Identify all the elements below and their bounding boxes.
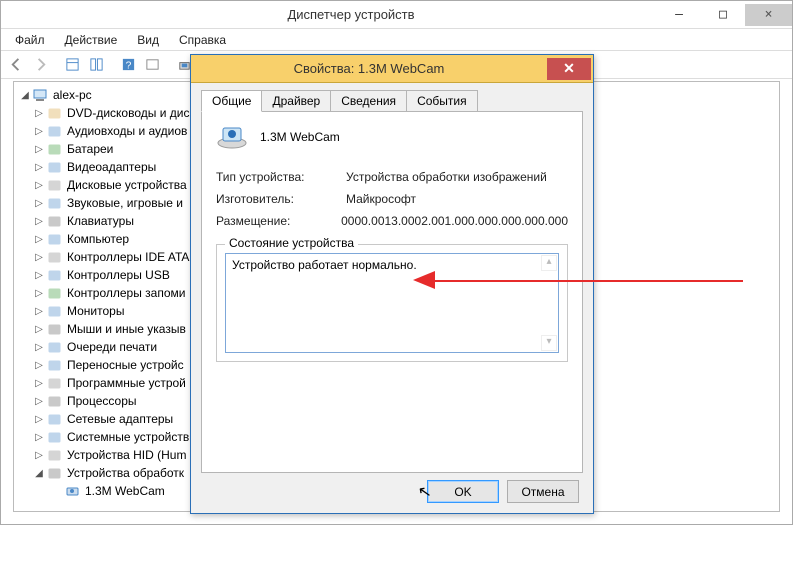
- tab-details[interactable]: Сведения: [330, 90, 407, 112]
- svg-text:?: ?: [125, 60, 131, 71]
- portable-icon: [46, 357, 64, 373]
- monitor-icon: [46, 303, 64, 319]
- main-title: Диспетчер устройств: [45, 7, 657, 22]
- tab-driver[interactable]: Драйвер: [261, 90, 331, 112]
- forward-button[interactable]: [29, 54, 51, 76]
- computer-icon: [46, 231, 64, 247]
- dialog-close-button[interactable]: ✕: [547, 58, 591, 80]
- label-location: Размещение:: [216, 214, 341, 228]
- cpu-icon: [46, 393, 64, 409]
- dialog-titlebar[interactable]: Свойства: 1.3M WebCam ✕: [191, 55, 593, 83]
- properties-dialog: Свойства: 1.3M WebCam ✕ Общие Драйвер Св…: [190, 54, 594, 514]
- display-icon: [46, 159, 64, 175]
- toolbar-btn-2[interactable]: [85, 54, 107, 76]
- hdd-icon: [46, 177, 64, 193]
- webcam-large-icon: [216, 122, 250, 152]
- cancel-button[interactable]: Отмена: [507, 480, 579, 503]
- toolbar-btn-3[interactable]: [141, 54, 163, 76]
- printer-icon: [46, 339, 64, 355]
- toolbar-btn-1[interactable]: [61, 54, 83, 76]
- software-icon: [46, 375, 64, 391]
- device-name: 1.3M WebCam: [260, 130, 340, 144]
- scroll-down-icon[interactable]: ▾: [541, 335, 557, 351]
- network-icon: [46, 411, 64, 427]
- mouse-icon: [46, 321, 64, 337]
- value-device-type: Устройства обработки изображений: [346, 170, 547, 184]
- menubar: Файл Действие Вид Справка: [1, 29, 792, 51]
- ok-button[interactable]: OK: [427, 480, 499, 503]
- device-status-group: Состояние устройства Устройство работает…: [216, 244, 568, 362]
- help-button[interactable]: ?: [117, 54, 139, 76]
- hid-icon: [46, 447, 64, 463]
- storage-icon: [46, 285, 64, 301]
- audio-icon: [46, 123, 64, 139]
- main-titlebar: Диспетчер устройств — □ ×: [1, 1, 792, 29]
- minimize-button[interactable]: —: [657, 4, 701, 26]
- sound-icon: [46, 195, 64, 211]
- value-manufacturer: Майкрософт: [346, 192, 416, 206]
- menu-view[interactable]: Вид: [127, 31, 169, 49]
- tab-panel-general: 1.3M WebCam Тип устройства: Устройства о…: [201, 111, 583, 473]
- dialog-tabs: Общие Драйвер Сведения События: [201, 90, 583, 112]
- maximize-button[interactable]: □: [701, 4, 745, 26]
- value-location: 0000.0013.0002.001.000.000.000.000.000: [341, 214, 568, 228]
- dialog-title: Свойства: 1.3M WebCam: [191, 61, 547, 76]
- device-status-text[interactable]: Устройство работает нормально. ▴ ▾: [225, 253, 559, 353]
- tab-general[interactable]: Общие: [201, 90, 262, 112]
- tab-events[interactable]: События: [406, 90, 478, 112]
- ide-icon: [46, 249, 64, 265]
- battery-icon: [46, 141, 64, 157]
- usb-icon: [46, 267, 64, 283]
- system-icon: [46, 429, 64, 445]
- menu-file[interactable]: Файл: [5, 31, 55, 49]
- label-device-type: Тип устройства:: [216, 170, 346, 184]
- webcam-icon: [64, 483, 82, 499]
- close-button[interactable]: ×: [745, 4, 792, 26]
- computer-icon: [32, 87, 50, 103]
- scroll-up-icon[interactable]: ▴: [541, 255, 557, 271]
- status-legend: Состояние устройства: [225, 236, 358, 250]
- label-manufacturer: Изготовитель:: [216, 192, 346, 206]
- disc-icon: [46, 105, 64, 121]
- keyboard-icon: [46, 213, 64, 229]
- menu-help[interactable]: Справка: [169, 31, 236, 49]
- menu-action[interactable]: Действие: [55, 31, 128, 49]
- back-button[interactable]: [5, 54, 27, 76]
- imaging-icon: [46, 465, 64, 481]
